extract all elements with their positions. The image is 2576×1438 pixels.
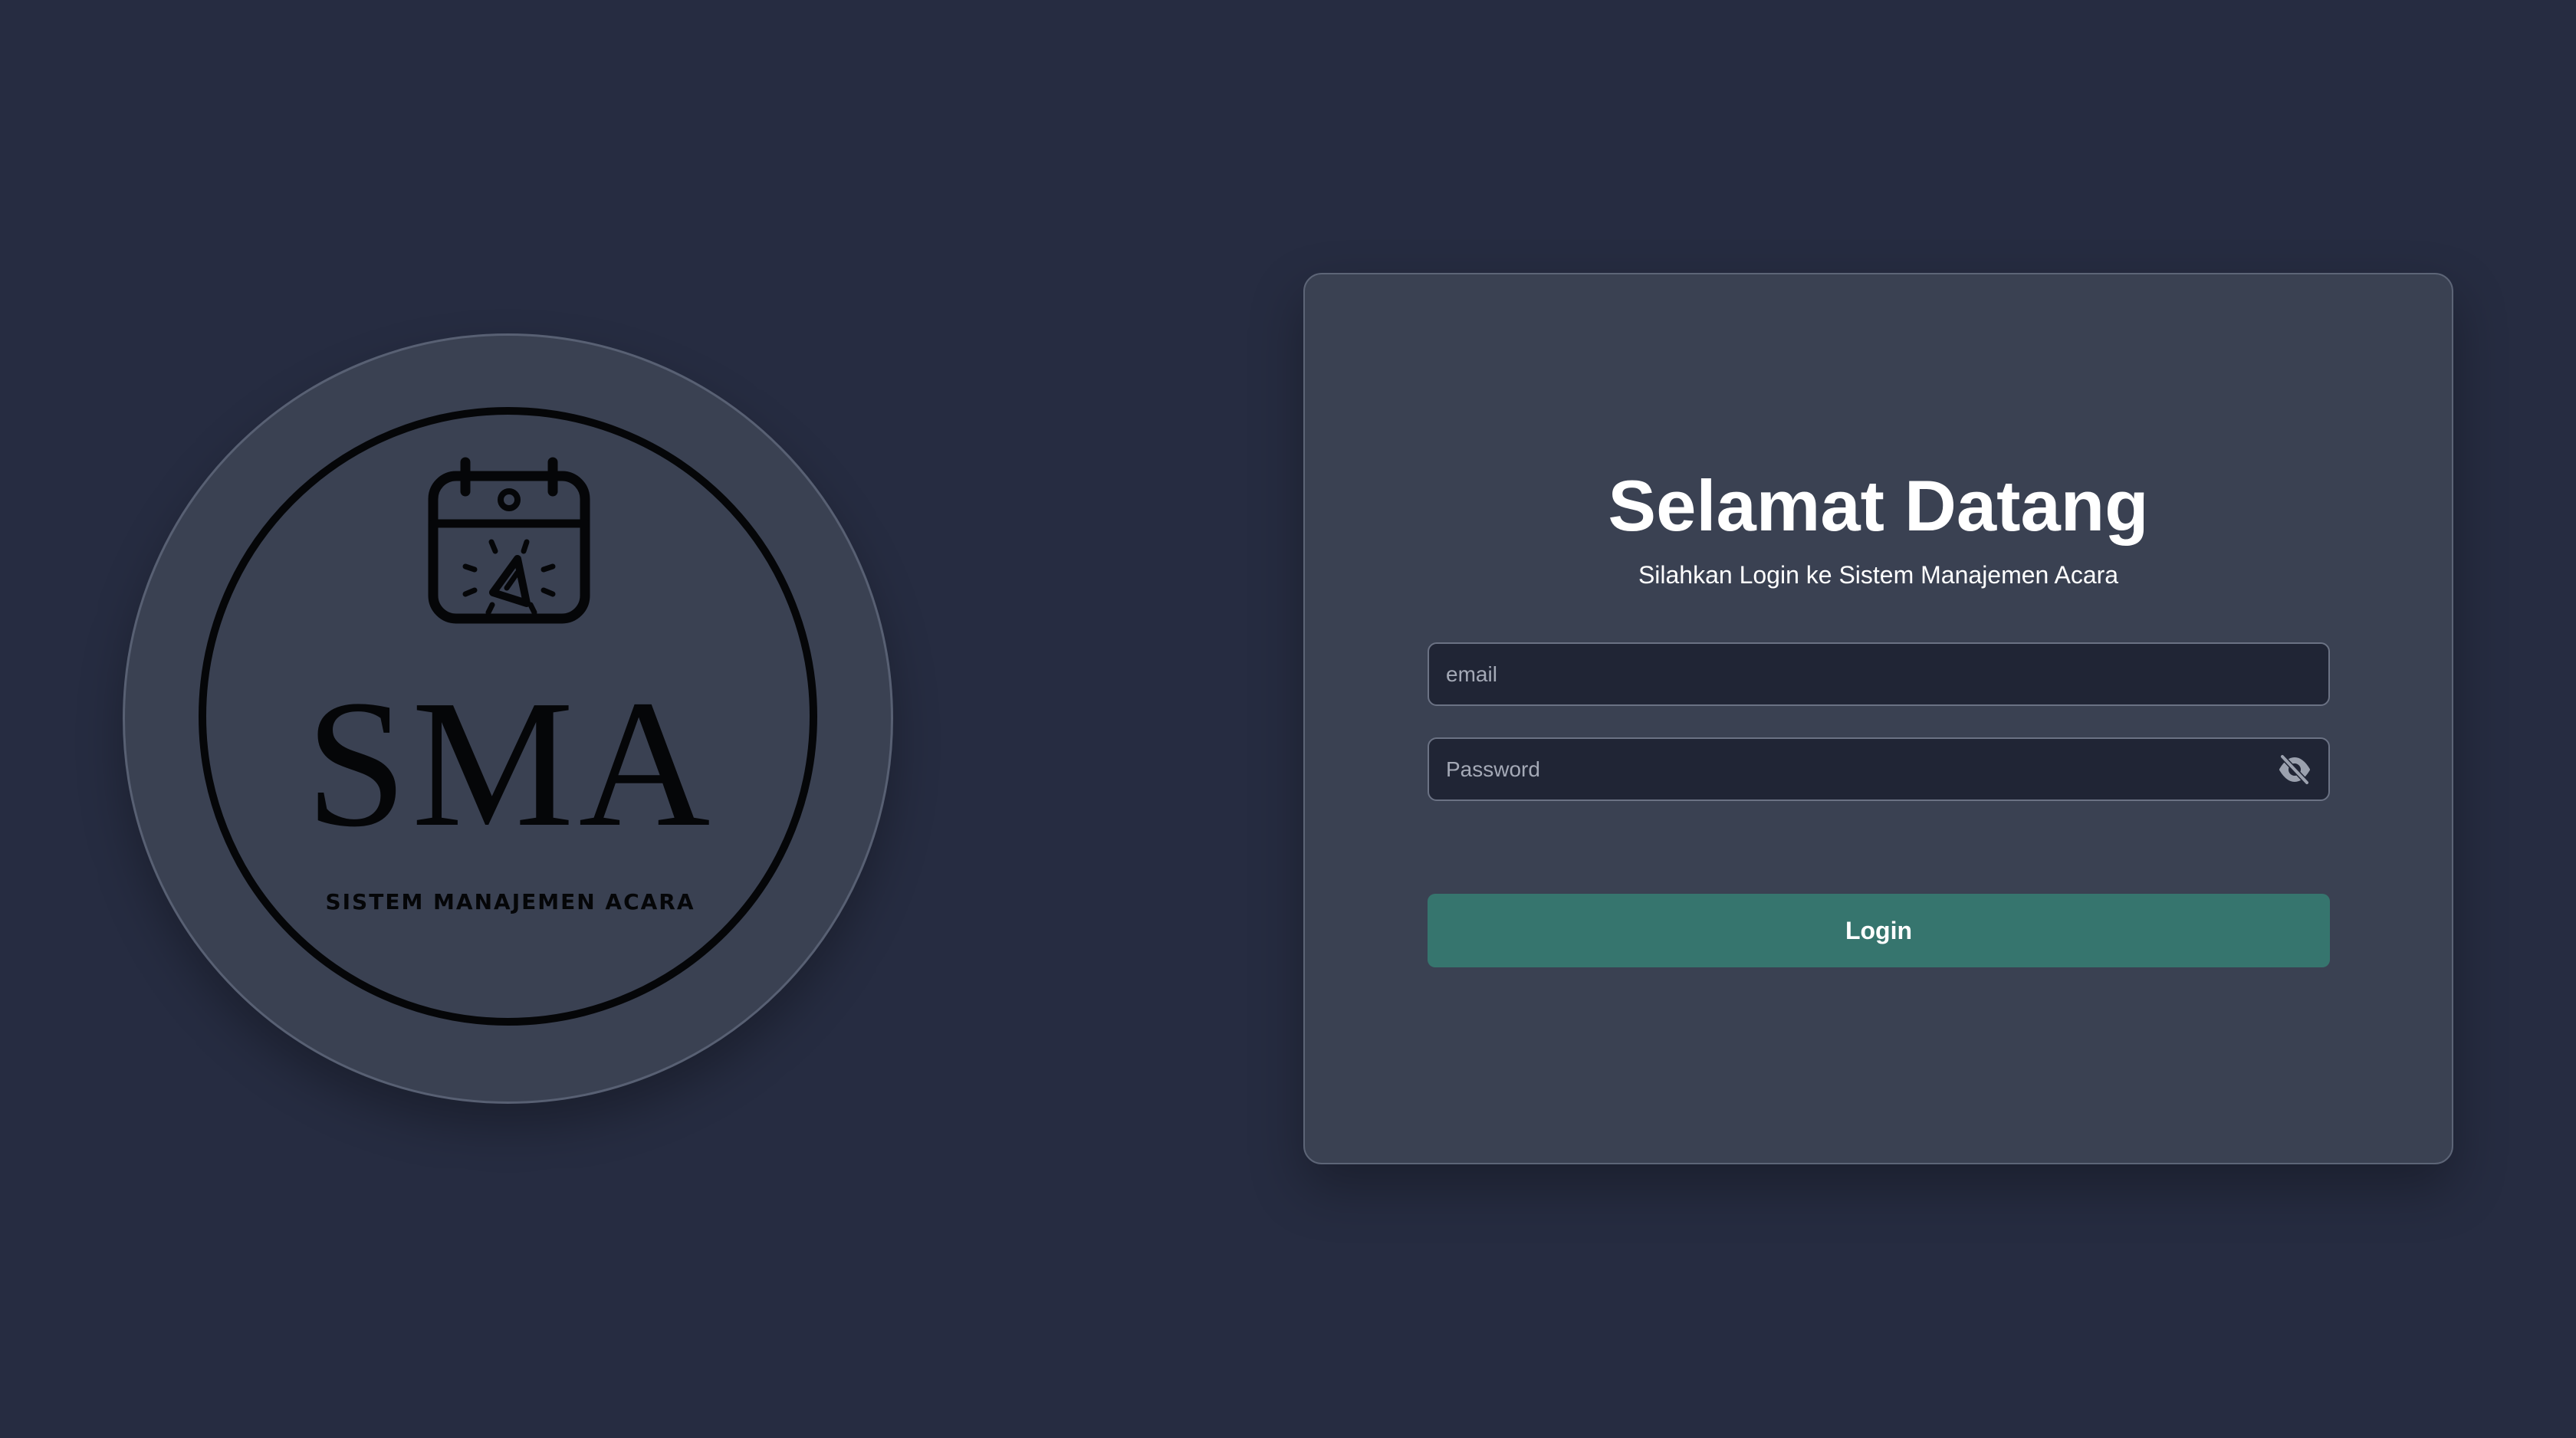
password-field: [1428, 737, 2330, 801]
welcome-subtitle: Silahkan Login ke Sistem Manajemen Acara: [1638, 561, 2119, 589]
logo-subtitle: SISTEM MANAJEMEN ACARA: [325, 889, 695, 914]
eye-off-icon[interactable]: [2278, 754, 2312, 785]
welcome-title: Selamat Datang: [1608, 465, 2149, 546]
calendar-party-icon: [428, 457, 590, 624]
email-input[interactable]: [1429, 644, 2328, 704]
login-card: Selamat Datang Silahkan Login ke Sistem …: [1303, 273, 2453, 1164]
login-button[interactable]: Login: [1428, 894, 2330, 967]
password-input[interactable]: [1429, 739, 2328, 799]
logo-title: SMA: [305, 663, 715, 865]
email-field: [1428, 642, 2330, 706]
app-logo: SMA SISTEM MANAJEMEN ACARA: [123, 333, 893, 1104]
